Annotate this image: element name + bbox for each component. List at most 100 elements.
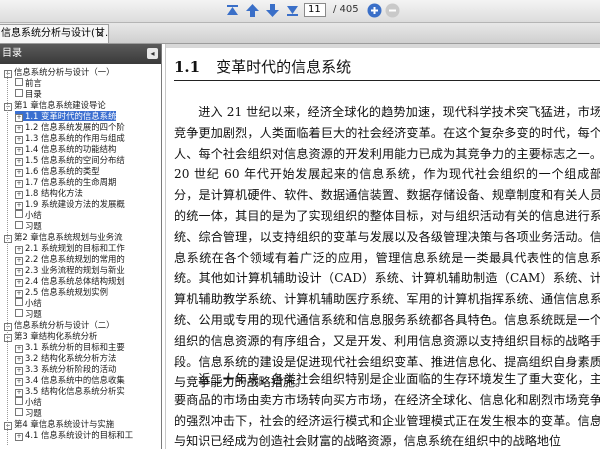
- bookmark-item[interactable]: +1.4 信息系统的功能结构: [15, 144, 117, 155]
- bookmark-item[interactable]: +4.1 信息系统设计的目标和工: [15, 430, 134, 441]
- zoom-in-icon[interactable]: [366, 2, 383, 19]
- bookmark-item[interactable]: +2.4 信息系统总体结构规划: [15, 276, 125, 287]
- bookmark-item[interactable]: +3.2 结构化系统分析方法: [15, 353, 116, 364]
- close-icon[interactable]: ×: [96, 25, 105, 43]
- bookmark-item[interactable]: − 信息系统分析与设计（一）: [4, 67, 115, 78]
- expand-toggle-icon[interactable]: +: [15, 367, 23, 375]
- expand-toggle-icon[interactable]: −: [4, 323, 12, 331]
- expand-toggle-icon[interactable]: +: [15, 169, 23, 177]
- bookmark-label: 1.1 变革时代的信息系统: [25, 111, 117, 121]
- document-view[interactable]: 1.1 变革时代的信息系统 进入 21 世纪以来，经济全球化的趋势加速，现代科学技…: [162, 44, 600, 449]
- bookmark-label: 3.1 系统分析的目标和主要: [25, 342, 125, 352]
- bookmark-label: 信息系统分析与设计（二）: [14, 320, 115, 330]
- bookmark-item[interactable]: +3.4 信息系统中的信息收集: [15, 375, 125, 386]
- bookmark-item[interactable]: +3.3 系统分析阶段的活动: [15, 364, 116, 375]
- bookmark-label: 4.1 信息系统设计的目标和工: [25, 430, 134, 440]
- expand-toggle-icon[interactable]: +: [15, 389, 23, 397]
- bookmark-item[interactable]: +3.5 结构化信息系统分析实: [15, 386, 125, 397]
- bookmark-item[interactable]: − 信息系统分析与设计（二）: [4, 320, 115, 331]
- page-total: / 405: [333, 4, 359, 15]
- bookmark-item[interactable]: 习题: [15, 309, 42, 319]
- bookmark-item[interactable]: +1.6 信息系统的类型: [15, 166, 100, 177]
- bookmark-item[interactable]: +1.2 信息系统发展的四个阶: [15, 122, 125, 133]
- document-tab[interactable]: 信息系统分析与设计(甘… ×: [0, 24, 109, 43]
- bookmark-item[interactable]: +2.5 信息系统规划实例: [15, 287, 108, 298]
- prev-page-icon[interactable]: [244, 2, 261, 19]
- bookmark-item-selected[interactable]: +1.1 变革时代的信息系统: [15, 111, 117, 122]
- next-page-icon[interactable]: [264, 2, 281, 19]
- bookmark-item[interactable]: +2.3 业务流程的规划与新业: [15, 265, 125, 276]
- bookmark-label: 3.5 结构化信息系统分析实: [25, 386, 125, 396]
- bookmark-item[interactable]: 小结: [15, 298, 42, 308]
- expand-toggle-icon[interactable]: −: [4, 235, 12, 243]
- bookmark-item[interactable]: − 第1 章信息系统建设导论: [4, 100, 106, 111]
- bookmark-item[interactable]: +1.9 系统建设方法的发展概: [15, 199, 125, 210]
- bookmark-item[interactable]: +1.7 信息系统的生命周期: [15, 177, 116, 188]
- expand-toggle-icon[interactable]: −: [4, 70, 12, 78]
- expand-toggle-icon[interactable]: +: [15, 268, 23, 276]
- bookmark-label: 1.2 信息系统发展的四个阶: [25, 122, 125, 132]
- expand-toggle-icon[interactable]: +: [15, 114, 23, 122]
- bookmark-label: 2.3 业务流程的规划与新业: [25, 265, 125, 275]
- tree-guide-line: [7, 71, 8, 445]
- expand-toggle-icon[interactable]: +: [15, 125, 23, 133]
- bookmark-item[interactable]: 习题: [15, 408, 42, 418]
- expand-toggle-icon[interactable]: +: [15, 136, 23, 144]
- bookmark-item[interactable]: +1.5 信息系统的空间分布结: [15, 155, 125, 166]
- bookmark-label: 前言: [25, 78, 42, 88]
- bookmark-item[interactable]: +2.2 信息系统规划的常用的: [15, 254, 125, 265]
- first-page-icon[interactable]: [224, 2, 241, 19]
- bookmark-item[interactable]: 前言: [15, 78, 42, 88]
- paragraph: 进入 21 世纪以来，经济全球化的趋势加速，现代科学技术突飞猛进，市场竞争更加剧…: [174, 105, 600, 390]
- page-number-input[interactable]: [304, 3, 326, 17]
- expand-toggle-icon[interactable]: +: [15, 180, 23, 188]
- bookmark-item[interactable]: +1.8 结构化方法: [15, 188, 83, 199]
- expand-toggle-icon[interactable]: +: [15, 345, 23, 353]
- bookmark-label: 小结: [25, 397, 42, 407]
- bookmark-label: 小结: [25, 210, 42, 220]
- bookmark-label: 1.3 信息系统的作用与组成: [25, 133, 125, 143]
- expand-toggle-icon[interactable]: +: [15, 279, 23, 287]
- expand-toggle-icon[interactable]: +: [15, 257, 23, 265]
- expand-toggle-icon[interactable]: +: [15, 202, 23, 210]
- expand-toggle-icon[interactable]: +: [15, 433, 23, 441]
- bookmark-item[interactable]: − 第2 章信息系统规划与业务流: [4, 232, 123, 243]
- bookmark-item[interactable]: − 第4 章信息系统设计与实施: [4, 419, 114, 430]
- bookmark-item[interactable]: +3.1 系统分析的目标和主要: [15, 342, 125, 353]
- bookmark-label: 1.4 信息系统的功能结构: [25, 144, 117, 154]
- bookmark-label: 习题: [25, 408, 42, 418]
- bookmark-label: 目录: [25, 89, 42, 99]
- last-page-icon[interactable]: [284, 2, 301, 19]
- expand-toggle-icon[interactable]: +: [15, 246, 23, 254]
- bookmark-leaf-icon: [15, 221, 23, 229]
- expand-toggle-icon[interactable]: +: [15, 290, 23, 298]
- expand-toggle-icon[interactable]: −: [4, 334, 12, 342]
- bookmark-item[interactable]: 习题: [15, 221, 42, 231]
- toolbar: / 405: [0, 0, 600, 23]
- bookmark-item[interactable]: 目录: [15, 89, 42, 99]
- bookmark-leaf-icon: [15, 408, 23, 416]
- bookmark-item[interactable]: − 第3 章结构化系统分析: [4, 331, 98, 342]
- bookmark-label: 2.1 系统规划的目标和工作: [25, 243, 125, 253]
- bookmark-leaf-icon: [15, 78, 23, 86]
- expand-toggle-icon[interactable]: +: [15, 158, 23, 166]
- collapse-sidebar-icon[interactable]: ◂: [147, 48, 158, 59]
- bookmark-item[interactable]: 小结: [15, 397, 42, 407]
- expand-toggle-icon[interactable]: +: [15, 378, 23, 386]
- bookmark-item[interactable]: +2.1 系统规划的目标和工作: [15, 243, 125, 254]
- bookmark-leaf-icon: [15, 397, 23, 405]
- zoom-out-icon[interactable]: [384, 2, 401, 19]
- bookmark-item[interactable]: 小结: [15, 210, 42, 220]
- bookmark-label: 第3 章结构化系统分析: [14, 331, 98, 341]
- expand-toggle-icon[interactable]: −: [4, 103, 12, 111]
- section-number: 1.1: [174, 58, 201, 76]
- bookmark-label: 习题: [25, 221, 42, 231]
- bookmark-label: 第1 章信息系统建设导论: [14, 100, 106, 110]
- bookmark-item[interactable]: +1.3 信息系统的作用与组成: [15, 133, 125, 144]
- expand-toggle-icon[interactable]: +: [15, 191, 23, 199]
- bookmark-label: 1.8 结构化方法: [25, 188, 83, 198]
- sidebar-header: 目录 ◂: [0, 44, 161, 64]
- expand-toggle-icon[interactable]: +: [15, 356, 23, 364]
- expand-toggle-icon[interactable]: +: [15, 147, 23, 155]
- expand-toggle-icon[interactable]: −: [4, 422, 12, 430]
